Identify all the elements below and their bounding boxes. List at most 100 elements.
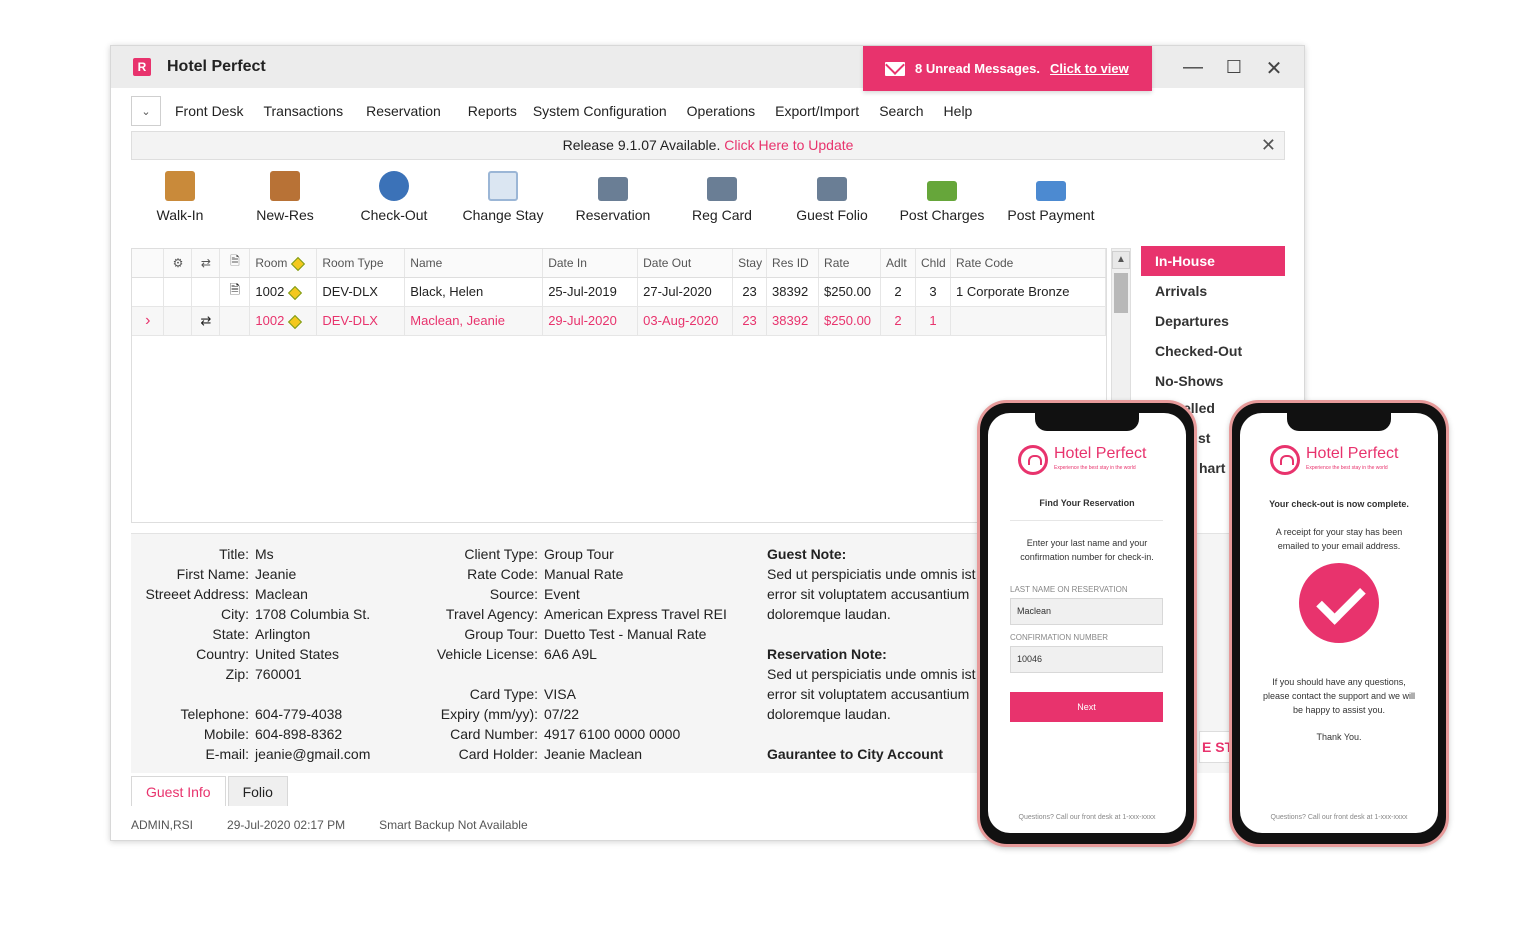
row-res-id: 38392 — [766, 277, 820, 307]
guest-type-icon[interactable]: ⚙ — [163, 249, 193, 278]
last-name-input[interactable]: Maclean — [1010, 598, 1163, 625]
status-diamond-icon — [291, 256, 306, 271]
row-rate: $250.00 — [818, 277, 882, 307]
row-date-in: 29-Jul-2020 — [542, 306, 639, 336]
bell-icon — [1270, 445, 1300, 475]
side-item-arrivals[interactable]: Arrivals — [1141, 276, 1285, 306]
label-card-number: Card Number: — [450, 726, 538, 742]
guarantee-text: Gaurantee to City Account — [767, 746, 944, 762]
guest-info-column: Title: Ms First Name: Jeanie Streeet Addre… — [131, 544, 431, 764]
side-item-chart-partial[interactable]: hart — [1199, 460, 1225, 476]
view-messages-link[interactable]: Click to view — [1050, 61, 1129, 76]
row-marker — [132, 277, 165, 307]
side-item-departures[interactable]: Departures — [1141, 306, 1285, 336]
side-item-partial[interactable]: st — [1198, 430, 1210, 446]
label-state: State: — [212, 626, 249, 642]
menu-operations[interactable]: Operations — [687, 103, 755, 119]
minimize-button[interactable]: — — [1178, 56, 1208, 79]
thank-you-text: Thank You. — [1316, 732, 1362, 742]
menu-export-import[interactable]: Export/Import — [775, 103, 859, 119]
menu-reports[interactable]: Reports — [468, 103, 517, 119]
walk-in-button[interactable]: Walk-In — [126, 171, 234, 223]
label-expiry: Expiry (mm/yy): — [440, 706, 538, 722]
notes-column: Guest Note: Sed ut perspiciatis unde omn… — [767, 544, 981, 764]
guest-note-line: Sed ut perspiciatis unde omnis ist — [767, 566, 976, 582]
row-stay: 23 — [732, 306, 768, 336]
close-icon[interactable]: ✕ — [1261, 132, 1276, 159]
row-rate-code: 1 Corporate Bronze — [950, 277, 1106, 307]
confirmation-number-label: CONFIRMATION NUMBER — [1010, 633, 1109, 642]
unread-messages-text: 8 Unread Messages. — [915, 61, 1041, 76]
last-name-label: LAST NAME ON RESERVATION — [1010, 585, 1128, 594]
row-date-in: 25-Jul-2019 — [542, 277, 639, 307]
col-adlt[interactable]: Adlt — [880, 249, 916, 278]
col-rate[interactable]: Rate — [818, 249, 882, 278]
label-country: Country: — [196, 646, 249, 662]
row-guest-type — [163, 306, 193, 336]
label-client-type: Client Type: — [464, 546, 538, 562]
guest-folio-button[interactable]: Guest Folio — [778, 171, 886, 223]
value-travel-agency: American Express Travel REI — [544, 606, 727, 622]
menu-transactions[interactable]: Transactions — [263, 103, 343, 119]
reservation-note-line: doloremque laudan. — [767, 706, 891, 722]
update-link[interactable]: Click Here to Update — [724, 137, 853, 153]
menu-help[interactable]: Help — [944, 103, 973, 119]
menu-system-configuration[interactable]: System Configuration — [533, 103, 667, 119]
unread-messages-banner[interactable]: 8 Unread Messages. Click to view — [863, 46, 1152, 91]
scroll-thumb[interactable] — [1114, 273, 1128, 313]
phone-notch — [1287, 413, 1391, 431]
value-title: Ms — [255, 546, 274, 562]
value-rate-code: Manual Rate — [544, 566, 624, 582]
menu-dropdown-button[interactable]: ⌄ — [131, 96, 161, 126]
tab-folio[interactable]: Folio — [227, 776, 288, 806]
col-rate-code[interactable]: Rate Code — [950, 249, 1106, 278]
col-room[interactable]: Room — [249, 249, 318, 278]
side-item-in-house[interactable]: In-House — [1141, 246, 1285, 276]
logo-brand-text: Hotel Perfect — [1054, 445, 1147, 462]
side-item-no-shows[interactable]: No-Shows — [1141, 366, 1285, 396]
menu-search[interactable]: Search — [879, 103, 923, 119]
printer-icon — [598, 177, 628, 201]
label-first-name: First Name: — [176, 566, 249, 582]
col-res-id[interactable]: Res ID — [766, 249, 820, 278]
check-out-button[interactable]: Check-Out — [340, 171, 448, 223]
col-stay[interactable]: Stay — [732, 249, 768, 278]
menu-front-desk[interactable]: Front Desk — [175, 103, 243, 119]
reservation-print-button[interactable]: Reservation — [559, 171, 667, 223]
post-payment-button[interactable]: Post Payment — [997, 171, 1105, 223]
document-icon[interactable]: 🗎 — [219, 249, 251, 278]
post-charges-button[interactable]: Post Charges — [888, 171, 996, 223]
col-chld[interactable]: Chld — [915, 249, 951, 278]
check-in-instructions: Enter your last name and your confirmati… — [1020, 538, 1154, 562]
table-row-selected[interactable]: › ⇄ 1002 DEV-DLX Maclean, Jeanie 29-Jul-… — [132, 306, 1106, 336]
row-chld: 3 — [915, 277, 951, 307]
tab-guest-info[interactable]: Guest Info — [131, 776, 226, 806]
receipt-message: A receipt for your stay has been emailed… — [1275, 527, 1403, 551]
next-button[interactable]: Next — [1010, 692, 1163, 722]
value-city: 1708 Columbia St. — [255, 606, 371, 622]
col-name[interactable]: Name — [404, 249, 544, 278]
change-stay-button[interactable]: Change Stay — [449, 171, 557, 223]
value-email: jeanie@gmail.com — [255, 746, 371, 762]
value-street-address: Maclean — [255, 586, 308, 602]
label-street-address: Streeet Address: — [145, 586, 249, 602]
close-button[interactable]: ✕ — [1259, 56, 1289, 81]
menu-reservation[interactable]: Reservation — [366, 103, 441, 119]
col-room-type[interactable]: Room Type — [316, 249, 406, 278]
phonebook-icon — [270, 171, 300, 201]
row-adlt: 2 — [880, 306, 916, 336]
swap-icon[interactable]: ⇄ — [191, 249, 221, 278]
confirmation-number-input[interactable]: 10046 — [1010, 646, 1163, 673]
bell-icon — [1018, 445, 1048, 475]
maximize-button[interactable]: ☐ — [1219, 57, 1249, 78]
reservation-note-line: error sit voluptatem accusantium — [767, 686, 970, 702]
reg-card-button[interactable]: Reg Card — [668, 171, 776, 223]
chevron-up-icon[interactable]: ▲ — [1112, 251, 1130, 269]
col-date-out[interactable]: Date Out — [637, 249, 734, 278]
col-date-in[interactable]: Date In — [542, 249, 639, 278]
side-item-checked-out[interactable]: Checked-Out — [1141, 336, 1285, 366]
status-datetime: 29-Jul-2020 02:17 PM — [227, 818, 346, 832]
value-group-tour: Duetto Test - Manual Rate — [544, 626, 707, 642]
new-res-button[interactable]: New-Res — [231, 171, 339, 223]
table-row[interactable]: 🗎 1002 DEV-DLX Black, Helen 25-Jul-2019 … — [132, 277, 1106, 307]
